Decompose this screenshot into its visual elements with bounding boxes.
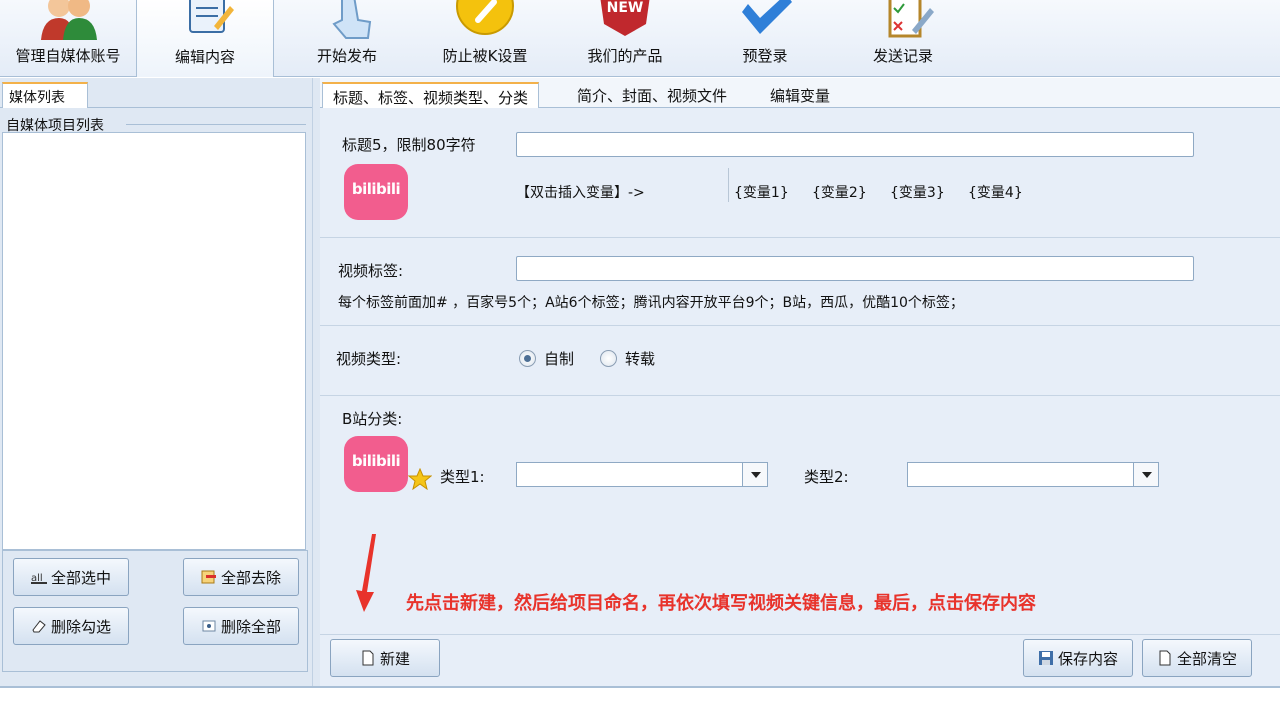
radio-original[interactable]: [519, 350, 536, 367]
radio-original-label[interactable]: 自制: [544, 348, 574, 369]
hand-cursor-icon: [332, 0, 372, 39]
toolbar-label: 发送记录: [872, 47, 933, 65]
select-all-icon: all: [30, 573, 47, 584]
new-button[interactable]: 新建: [330, 639, 440, 677]
left-button-area: all 全部选中 全部去除 删除勾选 删除全部: [2, 550, 308, 672]
delete-all-button[interactable]: 删除全部: [183, 607, 299, 645]
toolbar-pre-login[interactable]: 预登录: [700, 0, 830, 76]
notepad-edit-icon: [189, 0, 234, 33]
status-bar: [0, 686, 1280, 720]
svg-text:NEW: NEW: [607, 0, 644, 16]
toolbar-anti-k-settings[interactable]: 防止被K设置: [420, 0, 550, 76]
save-content-label: 保存内容: [1057, 649, 1118, 668]
checkmark-icon: [742, 0, 792, 34]
chevron-down-icon[interactable]: [1133, 463, 1158, 486]
tags-section: 视频标签: 每个标签前面加# ，百家号5个；A站6个标签；腾讯内容开放平台9个；…: [320, 238, 1280, 326]
bilibili-logo-text: bilibili: [351, 452, 401, 470]
tab-media-list[interactable]: 媒体列表: [2, 82, 88, 109]
toolbar-label: 开始发布: [316, 47, 377, 65]
toolbar-our-products[interactable]: NEW 我们的产品: [560, 0, 690, 76]
main-toolbar: 管理自媒体账号 编辑内容 开始发布 防止被K设置 NEW 我们的产品 预登录 发…: [0, 0, 1280, 77]
bottom-action-bar: 新建 保存内容 全部清空: [320, 634, 1280, 686]
chevron-down-icon[interactable]: [742, 463, 767, 486]
clear-all-button[interactable]: 全部清空: [1142, 639, 1252, 677]
new-document-icon: [362, 650, 374, 666]
bilibili-logo-text: bilibili: [351, 180, 401, 198]
floppy-disk-icon: [1038, 651, 1053, 665]
project-list[interactable]: [2, 132, 306, 550]
variable-separator: [728, 168, 729, 202]
type1-select[interactable]: [516, 462, 768, 487]
group-divider: [126, 124, 306, 125]
remove-list-icon: [201, 570, 216, 584]
bilibili-logo: bilibili: [344, 436, 408, 492]
panel-splitter[interactable]: [312, 78, 320, 686]
radio-repost[interactable]: [600, 350, 617, 367]
tab-intro-cover-video[interactable]: 简介、封面、视频文件: [567, 82, 737, 109]
delete-all-icon: [202, 620, 216, 632]
title-section: 标题5，限制80字符 bilibili 【双击插入变量】-> {变量1} {变量…: [320, 108, 1280, 238]
toolbar-label: 我们的产品: [587, 47, 663, 65]
type2-select[interactable]: [907, 462, 1159, 487]
toolbar-label: 编辑内容: [174, 48, 235, 66]
new-badge-icon: NEW: [600, 0, 650, 36]
category-section: B站分类: bilibili 类型1: 类型2:: [320, 396, 1280, 506]
tab-title-tags-type[interactable]: 标题、标签、视频类型、分类: [322, 82, 540, 109]
clear-all-label: 全部清空: [1176, 649, 1237, 668]
content-panel: 标题5，限制80字符 bilibili 【双击插入变量】-> {变量1} {变量…: [320, 108, 1280, 634]
document-icon: [1159, 650, 1171, 666]
type2-label: 类型2:: [804, 468, 849, 486]
delete-checked-button[interactable]: 删除勾选: [13, 607, 129, 645]
delete-checked-label: 删除勾选: [50, 617, 111, 636]
radio-repost-label[interactable]: 转载: [625, 348, 655, 369]
remove-all-label: 全部去除: [220, 568, 281, 587]
variable-3[interactable]: {变量3}: [890, 182, 945, 202]
toolbar-label: 预登录: [742, 47, 788, 65]
variable-1[interactable]: {变量1}: [734, 182, 789, 202]
bilibili-logo: bilibili: [344, 164, 408, 220]
instruction-hint: 先点击新建，然后给项目命名，再依次填写视频关键信息，最后，点击保存内容: [406, 593, 1036, 614]
delete-all-label: 删除全部: [220, 617, 281, 636]
type1-label: 类型1:: [440, 468, 485, 486]
insert-variable-label: 【双击插入变量】->: [516, 185, 645, 201]
tags-label: 视频标签:: [338, 262, 404, 280]
tags-note: 每个标签前面加# ，百家号5个；A站6个标签；腾讯内容开放平台9个；B站，西瓜，…: [338, 295, 964, 311]
new-button-label: 新建: [379, 649, 410, 668]
content-tabstrip: 标题、标签、视频类型、分类 简介、封面、视频文件 编辑变量: [320, 78, 1280, 109]
toolbar-label: 管理自媒体账号: [15, 47, 121, 65]
variable-4[interactable]: {变量4}: [968, 182, 1023, 202]
variable-2[interactable]: {变量2}: [812, 182, 867, 202]
save-content-button[interactable]: 保存内容: [1023, 639, 1133, 677]
toolbar-manage-accounts[interactable]: 管理自媒体账号: [0, 0, 136, 76]
tags-input[interactable]: [516, 256, 1194, 281]
category-label: B站分类:: [342, 410, 403, 428]
remove-all-button[interactable]: 全部去除: [183, 558, 299, 596]
tab-edit-variables[interactable]: 编辑变量: [760, 82, 840, 109]
toolbar-edit-content[interactable]: 编辑内容: [136, 0, 274, 77]
left-panel: 自媒体项目列表 all 全部选中 全部去除 删除勾选 删除全部: [0, 108, 312, 686]
video-type-label: 视频类型:: [336, 350, 402, 368]
title-label: 标题5，限制80字符: [342, 136, 476, 154]
toolbar-start-publish[interactable]: 开始发布: [274, 0, 420, 76]
video-type-section: 视频类型: 自制 转载: [320, 326, 1280, 396]
red-arrow-annotation: [356, 534, 376, 612]
select-all-label: 全部选中: [50, 568, 111, 587]
eraser-icon: [32, 620, 46, 633]
checklist-icon: [888, 0, 934, 38]
star-icon: [408, 468, 432, 490]
select-all-button[interactable]: all 全部选中: [13, 558, 129, 596]
wrench-badge-icon: [456, 0, 514, 35]
toolbar-label: 防止被K设置: [442, 47, 528, 65]
left-tabstrip: 媒体列表: [0, 78, 312, 109]
people-icon: [41, 0, 97, 40]
toolbar-send-records[interactable]: 发送记录: [838, 0, 968, 76]
title-input[interactable]: [516, 132, 1194, 157]
